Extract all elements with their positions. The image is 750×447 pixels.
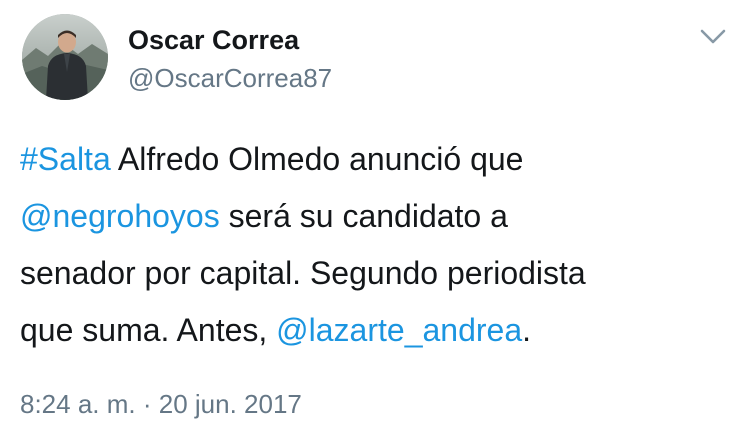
tweet-card: Oscar Correa @OscarCorrea87 #Salta Alfre… [0, 0, 750, 447]
tweet-line: senador por capital. Segundo periodista [20, 245, 730, 302]
tweet-time: 8:24 a. m. [20, 389, 136, 419]
tweet-text-fragment: será su candidato a [219, 198, 508, 234]
hashtag-link[interactable]: #Salta [20, 141, 111, 177]
tweet-line: @negrohoyos será su candidato a [20, 188, 730, 245]
tweet-text-fragment: Alfredo Olmedo anunció que [110, 141, 524, 177]
user-handle[interactable]: @OscarCorrea87 [128, 60, 332, 96]
display-name[interactable]: Oscar Correa [128, 21, 299, 59]
mention-link[interactable]: @negrohoyos [20, 198, 220, 234]
mention-link[interactable]: @lazarte_andrea [276, 312, 522, 348]
profile-photo-icon [22, 14, 108, 100]
tweet-text-fragment: . [522, 312, 532, 348]
tweet-text-fragment: senador por capital. Segundo periodista [20, 255, 586, 291]
tweet-text: #Salta Alfredo Olmedo anunció que @negro… [20, 131, 730, 359]
tweet-line: que suma. Antes, @lazarte_andrea. [20, 302, 730, 359]
chevron-down-icon[interactable] [696, 22, 730, 52]
tweet-line: #Salta Alfredo Olmedo anunció que [20, 131, 730, 188]
tweet-text-fragment: que suma. Antes, [20, 312, 277, 348]
avatar[interactable] [22, 14, 108, 100]
tweet-date: 20 jun. 2017 [158, 389, 302, 419]
meta-separator: · [135, 389, 159, 419]
tweet-timestamp[interactable]: 8:24 a. m. · 20 jun. 2017 [20, 386, 302, 422]
